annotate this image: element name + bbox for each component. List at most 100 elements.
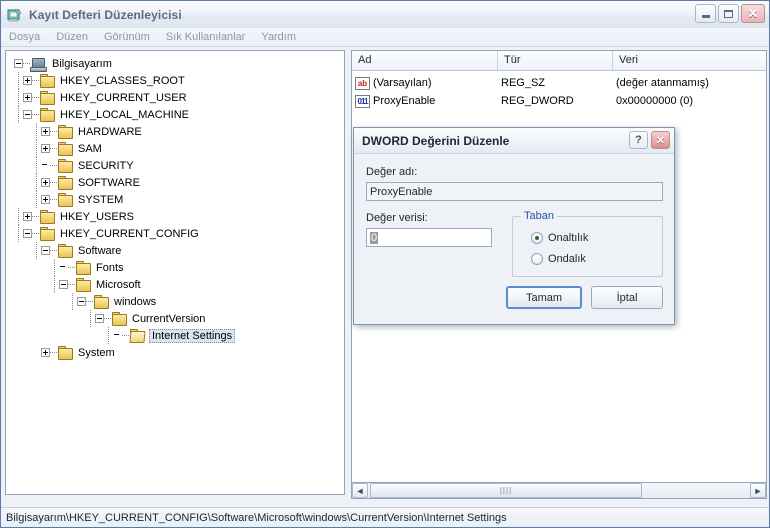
expander-icon[interactable] [23,229,32,238]
radio-unselected-icon [531,252,543,265]
column-header-veri[interactable]: Veri [613,51,764,70]
column-header-tur[interactable]: Tür [498,51,613,70]
value-data-cell: 0x00000000 (0) [616,95,694,107]
tree-node-hardware[interactable]: HARDWARE [6,123,344,140]
horizontal-scrollbar[interactable]: ◄ |||| ► [351,482,767,499]
menu-item-sik-kullanilanlar[interactable]: Sık Kullanılanlar [158,29,254,45]
value-name-input[interactable]: ProxyEnable [366,182,663,201]
expander-icon[interactable] [41,127,50,136]
tree-guide [68,266,75,269]
radio-ondalik[interactable]: Ondalık [513,250,662,267]
scrollbar-thumb[interactable]: |||| [370,483,642,498]
registry-editor-icon [7,7,23,23]
expander-icon[interactable] [77,297,86,306]
tree-guide [50,164,57,167]
value-data-input[interactable]: 0 [366,228,492,247]
value-row-default[interactable]: ab (Varsayılan) REG_SZ (değer atanmamış) [352,74,766,92]
tree-node-label: HKEY_LOCAL_MACHINE [60,108,189,121]
expander-icon[interactable] [41,348,50,357]
maximize-button[interactable] [718,4,739,23]
tree-node-hkey-current-config[interactable]: HKEY_CURRENT_CONFIG [6,225,344,242]
radio-ondalik-label: Ondalık [548,252,586,265]
expander-icon[interactable] [23,76,32,85]
dialog-help-button[interactable]: ? [629,131,648,149]
folder-icon [39,73,55,88]
column-header-ad[interactable]: Ad [352,51,498,70]
menu-item-duzen[interactable]: Düzen [48,29,96,45]
value-name-label: Değer adı: [366,166,418,178]
tree-node-fonts[interactable]: Fonts [6,259,344,276]
minimize-button[interactable] [695,4,716,23]
tree-node-internet-settings[interactable]: Internet Settings [6,327,344,344]
ok-button[interactable]: Tamam [506,286,582,309]
tree-guide [32,232,39,235]
window-title: Kayıt Defteri Düzenleyicisi [29,7,182,22]
tree-guide [50,249,57,252]
dialog-title: DWORD Değerini Düzenle [362,133,510,148]
tree-guide [14,208,23,225]
expander-icon[interactable] [23,212,32,221]
tree-node-hkey-local-machine[interactable]: HKEY_LOCAL_MACHINE [6,106,344,123]
scroll-right-button[interactable]: ► [750,483,766,498]
tree-guide [14,72,23,89]
expander-icon [113,331,122,340]
expander-icon [41,161,50,170]
expander-icon[interactable] [23,110,32,119]
tree-node-label: SECURITY [78,159,134,172]
tree-node-software[interactable]: Software [6,242,344,259]
tree-node-windows[interactable]: windows [6,293,344,310]
close-button[interactable]: ✕ [741,4,765,23]
tree-node-hkey-classes-root[interactable]: HKEY_CLASSES_ROOT [6,72,344,89]
tree-node-label: Bilgisayarım [52,57,112,70]
status-bar-path: Bilgisayarım\HKEY_CURRENT_CONFIG\Softwar… [6,511,507,524]
registry-editor-window: Kayıt Defteri Düzenleyicisi ✕ Dosya Düze… [0,0,770,528]
tree-node-system-hkcc[interactable]: System [6,344,344,361]
menu-item-gorunum[interactable]: Görünüm [96,29,158,45]
scrollbar-track[interactable]: |||| [368,483,750,498]
tree-node-label: windows [114,295,157,308]
tree-node-sam[interactable]: SAM [6,140,344,157]
value-row-proxyenable[interactable]: 011 ProxyEnable REG_DWORD 0x00000000 (0) [352,92,766,110]
tree-node-microsoft[interactable]: Microsoft [6,276,344,293]
tree-node-bilgisayarim[interactable]: Bilgisayarım [6,55,344,72]
folder-icon [57,175,73,190]
dialog-close-button[interactable]: ✕ [651,131,670,149]
tree-node-software-hklm[interactable]: SOFTWARE [6,174,344,191]
tree-node-security[interactable]: SECURITY [6,157,344,174]
folder-icon [75,277,91,292]
computer-icon [30,57,47,72]
tree-guide [14,89,23,106]
expander-icon[interactable] [59,280,68,289]
menu-item-dosya[interactable]: Dosya [1,29,48,45]
radio-onaltilik[interactable]: Onaltılık [513,229,662,246]
edit-dword-dialog: DWORD Değerini Düzenle ? ✕ Değer adı: Pr… [353,127,675,325]
registry-tree-pane[interactable]: Bilgisayarım HKEY_CLASSES_ROOT HKEY_CURR… [5,50,345,495]
expander-icon[interactable] [23,93,32,102]
expander-icon[interactable] [95,314,104,323]
folder-icon [39,226,55,241]
expander-icon[interactable] [41,144,50,153]
tree-node-currentversion[interactable]: CurrentVersion [6,310,344,327]
scroll-left-button[interactable]: ◄ [352,483,368,498]
tree-node-label: HKEY_CURRENT_USER [60,91,187,104]
radio-onaltilik-label: Onaltılık [548,231,589,244]
tree-node-hkey-current-user[interactable]: HKEY_CURRENT_USER [6,89,344,106]
cancel-button[interactable]: İptal [591,286,663,309]
expander-icon [59,263,68,272]
dialog-window-controls: ? ✕ [629,131,670,149]
value-name-input-text: ProxyEnable [370,185,433,198]
folder-icon [57,141,73,156]
tree-node-hkey-users[interactable]: HKEY_USERS [6,208,344,225]
tree-guide [104,327,113,344]
expander-icon[interactable] [41,246,50,255]
menu-bar: Dosya Düzen Görünüm Sık Kullanılanlar Ya… [1,28,769,47]
expander-icon[interactable] [41,178,50,187]
dialog-body: Değer adı: ProxyEnable Değer verisi: 0 T… [354,154,674,325]
menu-item-yardim[interactable]: Yardım [253,29,304,45]
expander-icon[interactable] [41,195,50,204]
expander-icon[interactable] [14,59,23,68]
tree-node-label: Internet Settings [149,328,236,343]
tree-guide [68,283,75,286]
tree-node-system-hklm[interactable]: SYSTEM [6,191,344,208]
value-name-text: (Varsayılan) [373,77,432,89]
